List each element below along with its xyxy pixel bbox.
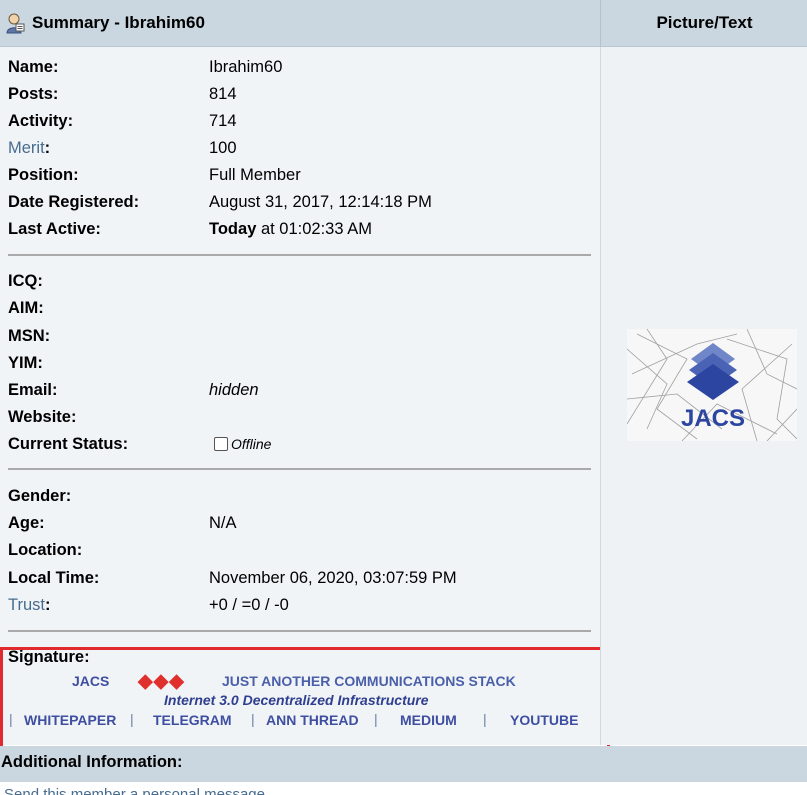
activity-value: 714 xyxy=(209,112,237,130)
website-row: Website: xyxy=(8,406,598,428)
name-label: Name: xyxy=(8,58,59,76)
yim-label: YIM: xyxy=(8,354,43,372)
age-label: Age: xyxy=(8,514,45,532)
trust-row: Trust: +0 / =0 / -0 xyxy=(8,596,289,614)
last-active-label: Last Active: xyxy=(8,220,101,238)
posts-row: Posts: 814 xyxy=(8,83,598,105)
divider xyxy=(8,254,591,256)
email-label: Email: xyxy=(8,381,58,399)
picture-panel: JACS xyxy=(600,47,807,745)
position-row: Position: Full Member xyxy=(8,164,598,186)
additional-information-label: Additional Information: xyxy=(1,753,183,771)
location-label: Location: xyxy=(8,541,83,559)
summary-title-bar: Summary - Ibrahim60 xyxy=(0,0,600,46)
summary-header: Summary - Ibrahim60 Picture/Text xyxy=(0,0,807,47)
trust-link[interactable]: Trust xyxy=(8,596,45,614)
merit-row: Merit: 100 xyxy=(8,139,237,157)
divider xyxy=(8,630,591,632)
status-row: Current Status: Offline xyxy=(8,433,598,455)
age-row: Age: N/A xyxy=(8,512,598,534)
email-row: Email: hidden xyxy=(8,379,598,401)
avatar-text: JACS xyxy=(681,405,745,432)
trust-value: +0 / =0 / -0 xyxy=(209,596,289,614)
page-title: Summary - Ibrahim60 xyxy=(32,13,205,32)
age-value: N/A xyxy=(209,514,237,532)
aim-row: AIM: xyxy=(8,297,598,319)
registered-label: Date Registered: xyxy=(8,193,140,211)
send-pm-link[interactable]: Send this member a personal message. xyxy=(4,784,269,795)
status-text: Offline xyxy=(231,436,272,452)
registered-value: August 31, 2017, 12:14:18 PM xyxy=(209,193,432,211)
divider xyxy=(8,468,591,470)
additional-information-header: Additional Information: xyxy=(0,746,807,782)
name-row: Name: Ibrahim60 xyxy=(8,56,598,78)
local-time-value: November 06, 2020, 03:07:59 PM xyxy=(209,569,457,587)
gender-label: Gender: xyxy=(8,487,72,505)
activity-row: Activity: 714 xyxy=(8,110,598,132)
location-row: Location: xyxy=(8,539,598,561)
icq-row: ICQ: xyxy=(8,270,598,292)
gender-row: Gender: xyxy=(8,485,598,507)
posts-value: 814 xyxy=(209,85,237,103)
picture-text-heading: Picture/Text xyxy=(600,0,807,46)
msn-label: MSN: xyxy=(8,327,51,345)
merit-link[interactable]: Merit xyxy=(8,139,45,157)
website-label: Website: xyxy=(8,408,77,426)
activity-label: Activity: xyxy=(8,112,74,130)
signature-highlight-box xyxy=(0,647,610,752)
email-value: hidden xyxy=(209,381,259,399)
aim-label: AIM: xyxy=(8,299,44,317)
last-active-day: Today xyxy=(209,220,257,238)
name-value: Ibrahim60 xyxy=(209,58,283,76)
last-active-value: Today at 01:02:33 AM xyxy=(209,218,372,240)
position-label: Position: xyxy=(8,166,79,184)
local-time-label: Local Time: xyxy=(8,569,100,587)
yim-row: YIM: xyxy=(8,352,598,374)
last-active-row: Last Active: Today at 01:02:33 AM xyxy=(8,218,598,240)
msn-row: MSN: xyxy=(8,325,598,347)
offline-status-icon xyxy=(214,437,228,451)
status-value: Offline xyxy=(214,433,271,455)
status-label: Current Status: xyxy=(8,435,129,453)
registered-row: Date Registered: August 31, 2017, 12:14:… xyxy=(8,191,598,213)
merit-value: 100 xyxy=(209,139,237,157)
avatar: JACS xyxy=(627,329,797,441)
posts-label: Posts: xyxy=(8,85,59,103)
icq-label: ICQ: xyxy=(8,272,43,290)
last-active-time: at 01:02:33 AM xyxy=(256,220,372,238)
user-profile-icon xyxy=(6,13,25,34)
position-value: Full Member xyxy=(209,166,301,184)
local-time-row: Local Time: November 06, 2020, 03:07:59 … xyxy=(8,567,598,589)
